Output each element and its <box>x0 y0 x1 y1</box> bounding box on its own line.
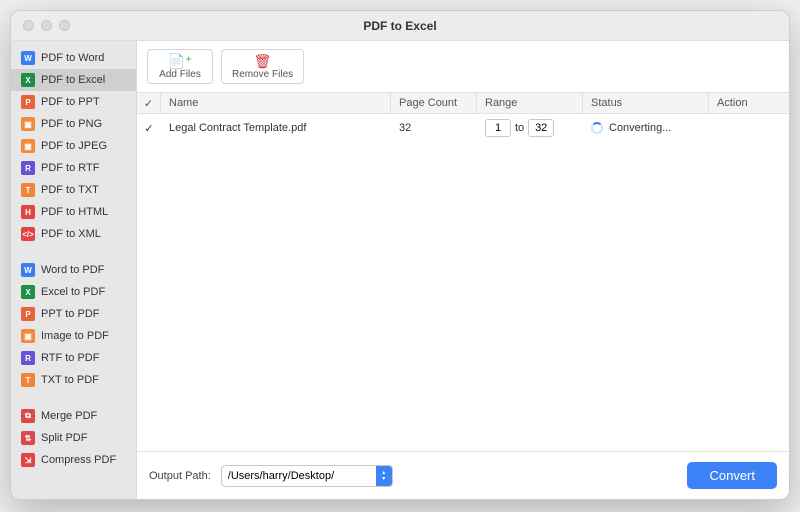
sidebar-item-label: Image to PDF <box>41 330 109 342</box>
format-icon: X <box>21 73 35 87</box>
row-range: to <box>485 119 554 137</box>
col-check[interactable]: ✓ <box>137 93 161 113</box>
sidebar-item-label: Excel to PDF <box>41 286 105 298</box>
sidebar-item-word-to-pdf[interactable]: W Word to PDF <box>11 259 136 281</box>
col-range[interactable]: Range <box>477 93 583 113</box>
format-icon: ⇲ <box>21 453 35 467</box>
body: W PDF to Word X PDF to Excel P PDF to PPT ▣ PDF… <box>11 41 789 499</box>
sidebar-item-label: Compress PDF <box>41 454 116 466</box>
sidebar-item-label: PDF to Excel <box>41 74 105 86</box>
format-icon: X <box>21 285 35 299</box>
sidebar-item-rtf-to-pdf[interactable]: R RTF to PDF <box>11 347 136 369</box>
sidebar-item-pdf-to-png[interactable]: ▣ PDF to PNG <box>11 113 136 135</box>
format-icon: ▣ <box>21 329 35 343</box>
format-icon: W <box>21 263 35 277</box>
sidebar-item-pdf-to-jpeg[interactable]: ▣ PDF to JPEG <box>11 135 136 157</box>
output-path-input[interactable] <box>221 465 393 487</box>
format-icon: T <box>21 373 35 387</box>
remove-files-button[interactable]: 🗑 Remove Files <box>221 49 304 84</box>
sidebar-item-label: PDF to JPEG <box>41 140 107 152</box>
table-row[interactable]: ✓ Legal Contract Template.pdf 32 to Conv… <box>137 114 789 142</box>
sidebar-item-split-pdf[interactable]: ⇅ Split PDF <box>11 427 136 449</box>
titlebar: PDF to Excel <box>11 11 789 41</box>
sidebar-item-label: PDF to XML <box>41 228 101 240</box>
toolbar: 📄⁺ Add Files 🗑 Remove Files <box>137 41 789 92</box>
sidebar-item-label: TXT to PDF <box>41 374 99 386</box>
output-path-label: Output Path: <box>149 470 211 482</box>
sidebar-item-label: PDF to PNG <box>41 118 102 130</box>
window-title: PDF to Excel <box>11 19 789 33</box>
sidebar-item-ppt-to-pdf[interactable]: P PPT to PDF <box>11 303 136 325</box>
table-body: ✓ Legal Contract Template.pdf 32 to Conv… <box>137 114 789 451</box>
sidebar-item-pdf-to-rtf[interactable]: R PDF to RTF <box>11 157 136 179</box>
format-icon: W <box>21 51 35 65</box>
table-header: ✓ Name Page Count Range Status Action <box>137 92 789 114</box>
row-action <box>709 114 789 142</box>
sidebar-item-label: PDF to HTML <box>41 206 108 218</box>
sidebar-item-pdf-to-word[interactable]: W PDF to Word <box>11 47 136 69</box>
spinner-icon <box>591 122 603 134</box>
format-icon: R <box>21 351 35 365</box>
format-icon: R <box>21 161 35 175</box>
add-files-label: Add Files <box>159 69 201 80</box>
sidebar-item-pdf-to-xml[interactable]: </> PDF to XML <box>11 223 136 245</box>
col-status[interactable]: Status <box>583 93 709 113</box>
sidebar-item-label: PDF to RTF <box>41 162 99 174</box>
sidebar-item-label: Split PDF <box>41 432 87 444</box>
sidebar-item-label: PDF to PPT <box>41 96 100 108</box>
format-icon: ⇅ <box>21 431 35 445</box>
col-page[interactable]: Page Count <box>391 93 477 113</box>
row-status: Converting... <box>583 114 709 142</box>
convert-button[interactable]: Convert <box>687 462 777 489</box>
status-text: Converting... <box>609 122 671 134</box>
add-files-button[interactable]: 📄⁺ Add Files <box>147 49 213 84</box>
range-from-input[interactable] <box>485 119 511 137</box>
format-icon: H <box>21 205 35 219</box>
footer: Output Path: ▴▾ Convert <box>137 451 789 499</box>
remove-files-label: Remove Files <box>232 69 293 80</box>
trash-icon: 🗑 <box>232 54 293 68</box>
sidebar-item-label: RTF to PDF <box>41 352 99 364</box>
sidebar-item-txt-to-pdf[interactable]: T TXT to PDF <box>11 369 136 391</box>
sidebar-item-image-to-pdf[interactable]: ▣ Image to PDF <box>11 325 136 347</box>
row-check[interactable]: ✓ <box>144 122 153 135</box>
sidebar-item-pdf-to-html[interactable]: H PDF to HTML <box>11 201 136 223</box>
sidebar-item-pdf-to-ppt[interactable]: P PDF to PPT <box>11 91 136 113</box>
row-name: Legal Contract Template.pdf <box>161 114 391 142</box>
app-window: PDF to Excel WPDF to WordXPDF to ExcelPP… <box>10 10 790 500</box>
range-to-input[interactable] <box>528 119 554 137</box>
sidebar-item-pdf-to-txt[interactable]: T PDF to TXT <box>11 179 136 201</box>
col-name[interactable]: Name <box>161 93 391 113</box>
format-icon: P <box>21 95 35 109</box>
range-sep: to <box>515 122 524 134</box>
sidebar-item-label: PDF to TXT <box>41 184 99 196</box>
main-panel: 📄⁺ Add Files 🗑 Remove Files ✓ Name Page … <box>137 41 789 499</box>
add-files-icon: 📄⁺ <box>158 54 202 68</box>
format-icon: ▣ <box>21 139 35 153</box>
sidebar-item-label: PPT to PDF <box>41 308 99 320</box>
sidebar: W PDF to Word X PDF to Excel P PDF to PPT ▣ PDF… <box>11 41 137 499</box>
format-icon: </> <box>21 227 35 241</box>
format-icon: ⧉ <box>21 409 35 423</box>
sidebar-item-compress-pdf[interactable]: ⇲ Compress PDF <box>11 449 136 471</box>
col-action[interactable]: Action <box>709 93 789 113</box>
sidebar-item-label: PDF to Word <box>41 52 104 64</box>
sidebar-item-merge-pdf[interactable]: ⧉ Merge PDF <box>11 405 136 427</box>
format-icon: P <box>21 307 35 321</box>
format-icon: T <box>21 183 35 197</box>
sidebar-item-pdf-to-excel[interactable]: X PDF to Excel <box>11 69 136 91</box>
sidebar-item-label: Word to PDF <box>41 264 104 276</box>
sidebar-item-excel-to-pdf[interactable]: X Excel to PDF <box>11 281 136 303</box>
output-path-wrap: ▴▾ <box>221 465 393 487</box>
row-page-count: 32 <box>391 114 477 142</box>
sidebar-item-label: Merge PDF <box>41 410 97 422</box>
format-icon: ▣ <box>21 117 35 131</box>
path-stepper-icon[interactable]: ▴▾ <box>376 466 392 486</box>
